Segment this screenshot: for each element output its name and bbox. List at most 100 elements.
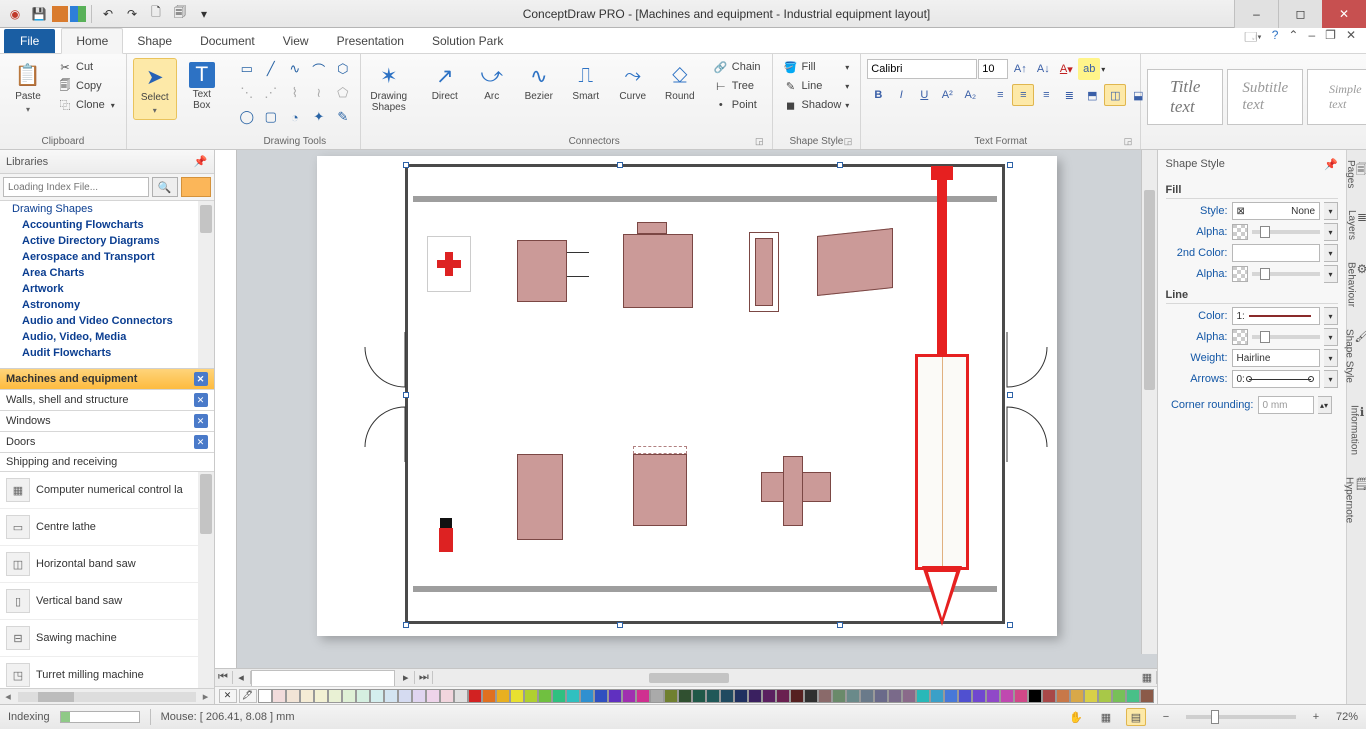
tool-poly[interactable]: ⬡ [332, 58, 354, 80]
highlight-icon[interactable]: ab [1078, 58, 1100, 80]
tool-path1[interactable]: ⋱ [236, 82, 258, 104]
color-swatch[interactable] [272, 689, 286, 703]
valign-top-button[interactable]: ⬒ [1081, 84, 1103, 106]
style-title[interactable]: Title text [1147, 69, 1223, 125]
color-swatch[interactable] [636, 689, 650, 703]
color-swatch[interactable] [482, 689, 496, 703]
color-swatch[interactable] [384, 689, 398, 703]
color-swatch[interactable] [804, 689, 818, 703]
machine[interactable] [633, 454, 687, 526]
color-swatch[interactable] [580, 689, 594, 703]
tab-document[interactable]: Document [186, 29, 269, 53]
dropdown-icon[interactable]: ▾ [1324, 202, 1338, 220]
color-swatch[interactable] [1098, 689, 1112, 703]
tool-spline[interactable]: ∿ [284, 58, 306, 80]
left-hscroll[interactable]: ◂▸ [0, 688, 214, 704]
color-swatch[interactable] [1126, 689, 1140, 703]
canvas-vscroll[interactable] [1141, 150, 1157, 654]
close-icon[interactable]: ✕ [194, 435, 208, 449]
machine[interactable] [517, 240, 567, 302]
wall[interactable] [413, 586, 997, 592]
paste-button[interactable]: 📋 Paste ▾ [6, 58, 50, 118]
color-swatch[interactable] [860, 689, 874, 703]
library-tree[interactable]: Drawing Shapes Accounting Flowcharts Act… [0, 201, 214, 369]
fill-button[interactable]: 🪣Fill▾ [779, 58, 855, 76]
shapestyle-launcher[interactable]: ◲ [844, 136, 853, 147]
child-close-icon[interactable]: ✕ [1346, 28, 1356, 49]
crane-base[interactable] [922, 566, 962, 626]
tool-pencil[interactable]: ✎ [332, 106, 354, 128]
color-swatch[interactable] [930, 689, 944, 703]
search-icon[interactable]: 🔍 [152, 177, 178, 197]
align-justify-button[interactable]: ≣ [1058, 84, 1080, 106]
page-prev[interactable]: ◂ [233, 671, 251, 684]
machine[interactable] [623, 234, 693, 308]
palette-picker[interactable]: 🖋 [239, 689, 257, 703]
tool-path3[interactable]: ⌇ [284, 82, 306, 104]
tool-rect[interactable]: ▭ [236, 58, 258, 80]
qat-new-icon[interactable]: 🗋 [145, 3, 167, 25]
alpha-checker[interactable] [1232, 329, 1248, 345]
align-center-button[interactable]: ≡ [1012, 84, 1034, 106]
color-swatch[interactable] [356, 689, 370, 703]
style-subtitle[interactable]: Subtitle text [1227, 69, 1303, 125]
color-swatch[interactable] [370, 689, 384, 703]
color-swatch[interactable] [776, 689, 790, 703]
machine[interactable] [517, 454, 563, 540]
connector-smart[interactable]: ⎍Smart [564, 58, 608, 107]
font-size-select[interactable] [978, 59, 1008, 79]
selection-handle[interactable] [403, 392, 409, 398]
drawing-page[interactable] [317, 156, 1057, 636]
close-icon[interactable]: ✕ [194, 372, 208, 386]
wall[interactable] [413, 196, 997, 202]
select-button[interactable]: ➤ Select ▾ [133, 58, 177, 120]
shape-item[interactable]: ▯Vertical band saw [0, 583, 214, 620]
font-family-select[interactable] [867, 59, 977, 79]
machine[interactable] [637, 222, 667, 234]
underline-button[interactable]: U [913, 84, 935, 106]
tool-path4[interactable]: ≀ [308, 82, 330, 104]
color-swatch[interactable] [1056, 689, 1070, 703]
superscript-button[interactable]: A² [936, 84, 958, 106]
color-swatch[interactable] [762, 689, 776, 703]
color-swatch[interactable] [678, 689, 692, 703]
color-swatch[interactable] [314, 689, 328, 703]
library-view-toggle[interactable] [181, 177, 211, 197]
clone-button[interactable]: ⿻Clone▾ [53, 96, 120, 114]
drawing-shapes-button[interactable]: ✶ Drawing Shapes [367, 58, 411, 117]
minimize-button[interactable]: ‒ [1234, 0, 1278, 28]
color-swatch[interactable] [734, 689, 748, 703]
selection-handle[interactable] [1007, 392, 1013, 398]
fill-2nd-color[interactable] [1232, 244, 1321, 262]
tab-file[interactable]: File [4, 29, 55, 53]
color-swatch[interactable] [608, 689, 622, 703]
color-swatch[interactable] [286, 689, 300, 703]
tab-solution-park[interactable]: Solution Park [418, 29, 517, 53]
tool-path2[interactable]: ⋰ [260, 82, 282, 104]
color-swatch[interactable] [510, 689, 524, 703]
side-tab-information[interactable]: ℹInformation [1347, 401, 1366, 459]
connector-arc[interactable]: ⤻Arc [470, 58, 514, 107]
hand-tool-icon[interactable]: ✋ [1066, 708, 1086, 726]
selection-handle[interactable] [617, 622, 623, 628]
align-right-button[interactable]: ≡ [1035, 84, 1057, 106]
machine[interactable] [783, 456, 803, 526]
selection-handle[interactable] [617, 162, 623, 168]
color-swatch[interactable] [916, 689, 930, 703]
color-swatch[interactable] [538, 689, 552, 703]
drawing-stage[interactable] [237, 150, 1157, 668]
tool-roundrect[interactable]: ▢ [260, 106, 282, 128]
style-simple[interactable]: Simple text [1307, 69, 1366, 125]
selection-handle[interactable] [1007, 622, 1013, 628]
selection-handle[interactable] [837, 622, 843, 628]
color-swatch[interactable] [1140, 689, 1154, 703]
color-swatch[interactable] [496, 689, 510, 703]
shapelist-scrollbar[interactable] [198, 472, 214, 688]
qat-grid2-icon[interactable] [70, 6, 86, 22]
connector-round[interactable]: ⎐Round [658, 58, 702, 107]
zoom-in-icon[interactable]: + [1306, 708, 1326, 726]
align-left-button[interactable]: ≡ [989, 84, 1011, 106]
bold-button[interactable]: B [867, 84, 889, 106]
color-swatch[interactable] [1014, 689, 1028, 703]
font-grow-icon[interactable]: A↑ [1009, 58, 1031, 80]
